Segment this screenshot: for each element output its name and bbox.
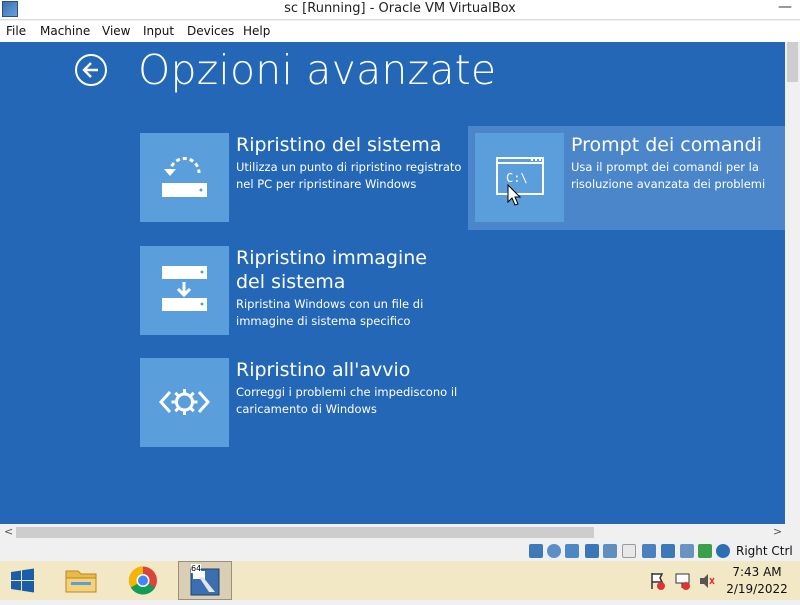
scroll-left-icon[interactable]: < — [4, 525, 13, 538]
tile-title: Ripristino all'avvio — [236, 359, 411, 381]
hard-disk-icon[interactable] — [529, 544, 543, 558]
action-center-flag-icon[interactable] — [649, 561, 667, 600]
video-capture-icon[interactable] — [661, 544, 675, 558]
menu-devices[interactable]: Devices — [187, 24, 234, 38]
horizontal-scrollbar[interactable]: < > — [0, 524, 785, 541]
system-restore-icon — [140, 133, 229, 222]
menu-view[interactable]: View — [102, 24, 130, 38]
tile-startup-repair[interactable]: Ripristino all'avvio Correggi i problemi… — [140, 358, 460, 447]
keyboard-capture-icon[interactable] — [716, 544, 730, 558]
tile-description: immagine di sistema specifico — [236, 314, 411, 328]
vertical-scrollbar[interactable] — [785, 42, 800, 524]
start-button[interactable] — [0, 561, 46, 600]
taskbar-virtualbox-app[interactable]: 64 — [178, 561, 232, 600]
display-icon[interactable] — [642, 544, 656, 558]
vbox-statusbar: Right Ctrl — [0, 541, 800, 561]
tile-command-prompt[interactable]: C:\ Prompt dei comandi Usa il prompt dei… — [475, 133, 785, 222]
tile-title: Prompt dei comandi — [571, 134, 762, 156]
windows-taskbar: 64 7:43 AM 2/19/2022 — [0, 561, 800, 600]
tile-description: Ripristina Windows con un file di — [236, 297, 424, 311]
tile-system-image-recovery[interactable]: Ripristino immagine del sistema Ripristi… — [140, 246, 460, 335]
tile-title: Ripristino immagine — [236, 247, 427, 269]
cmd-prompt-text: C:\ — [506, 171, 528, 185]
startup-repair-icon — [140, 358, 229, 447]
clock-date[interactable]: 2/19/2022 — [722, 582, 792, 596]
menu-file[interactable]: File — [6, 24, 26, 38]
tile-title: Ripristino del sistema — [236, 134, 442, 156]
tile-description: nel PC per ripristinare Windows — [236, 177, 417, 191]
back-arrow-icon[interactable] — [75, 54, 107, 86]
mouse-integration-icon[interactable] — [698, 544, 712, 558]
vm-screen[interactable]: Opzioni avanzate Ripristino del sistema … — [0, 42, 785, 524]
menu-help[interactable]: Help — [243, 24, 270, 38]
page-title: Opzioni avanzate — [138, 46, 497, 94]
file-explorer-icon[interactable] — [56, 561, 106, 600]
menu-input[interactable]: Input — [143, 24, 174, 38]
host-key-label: Right Ctrl — [736, 544, 793, 558]
usb-icon[interactable] — [603, 544, 617, 558]
volume-muted-icon[interactable] — [698, 561, 716, 600]
network-status-icon[interactable] — [674, 561, 692, 600]
cpu-icon[interactable] — [680, 544, 694, 558]
tile-description: caricamento di Windows — [236, 402, 377, 416]
network-icon[interactable] — [585, 544, 599, 558]
minimize-button[interactable]: — — [770, 0, 800, 20]
clock-time[interactable]: 7:43 AM — [722, 565, 792, 579]
menu-machine[interactable]: Machine — [40, 24, 90, 38]
scrollbar-thumb[interactable] — [787, 42, 798, 82]
command-prompt-icon: C:\ — [475, 133, 564, 222]
window-titlebar: sc [Running] - Oracle VM VirtualBox — — [0, 0, 800, 20]
tile-title: del sistema — [236, 271, 346, 293]
tile-description: Correggi i problemi che impediscono il — [236, 385, 458, 399]
tile-system-restore[interactable]: Ripristino del sistema Utilizza un punto… — [140, 133, 462, 222]
audio-icon[interactable] — [565, 544, 579, 558]
chrome-icon[interactable] — [118, 561, 168, 600]
menu-bar: File Machine View Input Devices Help — [0, 21, 800, 42]
tile-description: risoluzione avanzata dei problemi — [571, 177, 766, 191]
vm-badge: 64 — [191, 564, 202, 573]
shared-folders-icon[interactable] — [622, 544, 636, 558]
scroll-right-icon[interactable]: > — [773, 525, 782, 538]
optical-drive-icon[interactable] — [547, 544, 561, 558]
system-image-icon — [140, 246, 229, 335]
tile-description: Usa il prompt dei comandi per la — [571, 160, 759, 174]
window-title: sc [Running] - Oracle VM VirtualBox — [284, 1, 516, 16]
scrollbar-thumb[interactable] — [16, 527, 594, 538]
tile-description: Utilizza un punto di ripristino registra… — [236, 160, 462, 174]
